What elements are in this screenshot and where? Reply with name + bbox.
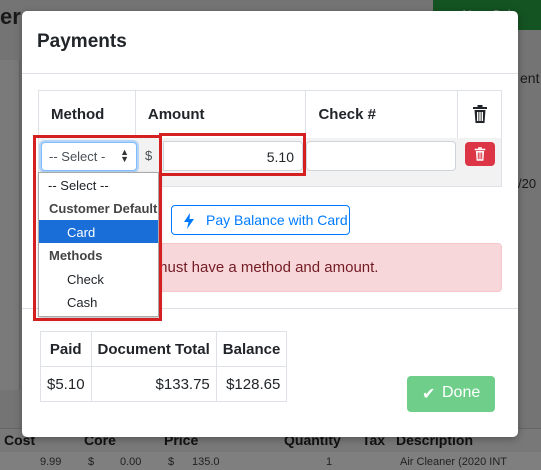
- balance-value: $128.65: [215, 366, 288, 402]
- bolt-icon: [184, 213, 194, 229]
- method-highlight-box: [33, 135, 162, 321]
- trash-icon: [473, 105, 487, 123]
- pay-balance-label: Pay Balance with Card: [206, 212, 348, 228]
- balance-header: Balance: [215, 331, 288, 367]
- modal-header: Payments: [22, 11, 518, 74]
- alert-text: must have a method and amount.: [155, 259, 379, 276]
- method-header: Method: [38, 90, 136, 140]
- paid-value: $5.10: [40, 366, 92, 402]
- trash-icon: [474, 147, 486, 161]
- check-header: Check #: [305, 90, 459, 140]
- done-button[interactable]: ✔ Done: [407, 376, 495, 412]
- pay-balance-with-card-button[interactable]: Pay Balance with Card: [171, 205, 350, 235]
- modal-title: Payments: [37, 31, 127, 52]
- document-total-header: Document Total: [90, 331, 217, 367]
- paid-header: Paid: [40, 331, 92, 367]
- document-total-value: $133.75: [90, 366, 217, 402]
- amount-header: Amount: [134, 90, 307, 140]
- done-label: Done: [442, 384, 481, 401]
- amount-highlight-box: [159, 133, 306, 176]
- check-number-input[interactable]: [306, 141, 456, 171]
- totals-table: Paid Document Total Balance $5.10 $133.7…: [40, 331, 288, 402]
- delete-payment-button[interactable]: [465, 142, 495, 166]
- checkmark-icon: ✔: [422, 386, 436, 403]
